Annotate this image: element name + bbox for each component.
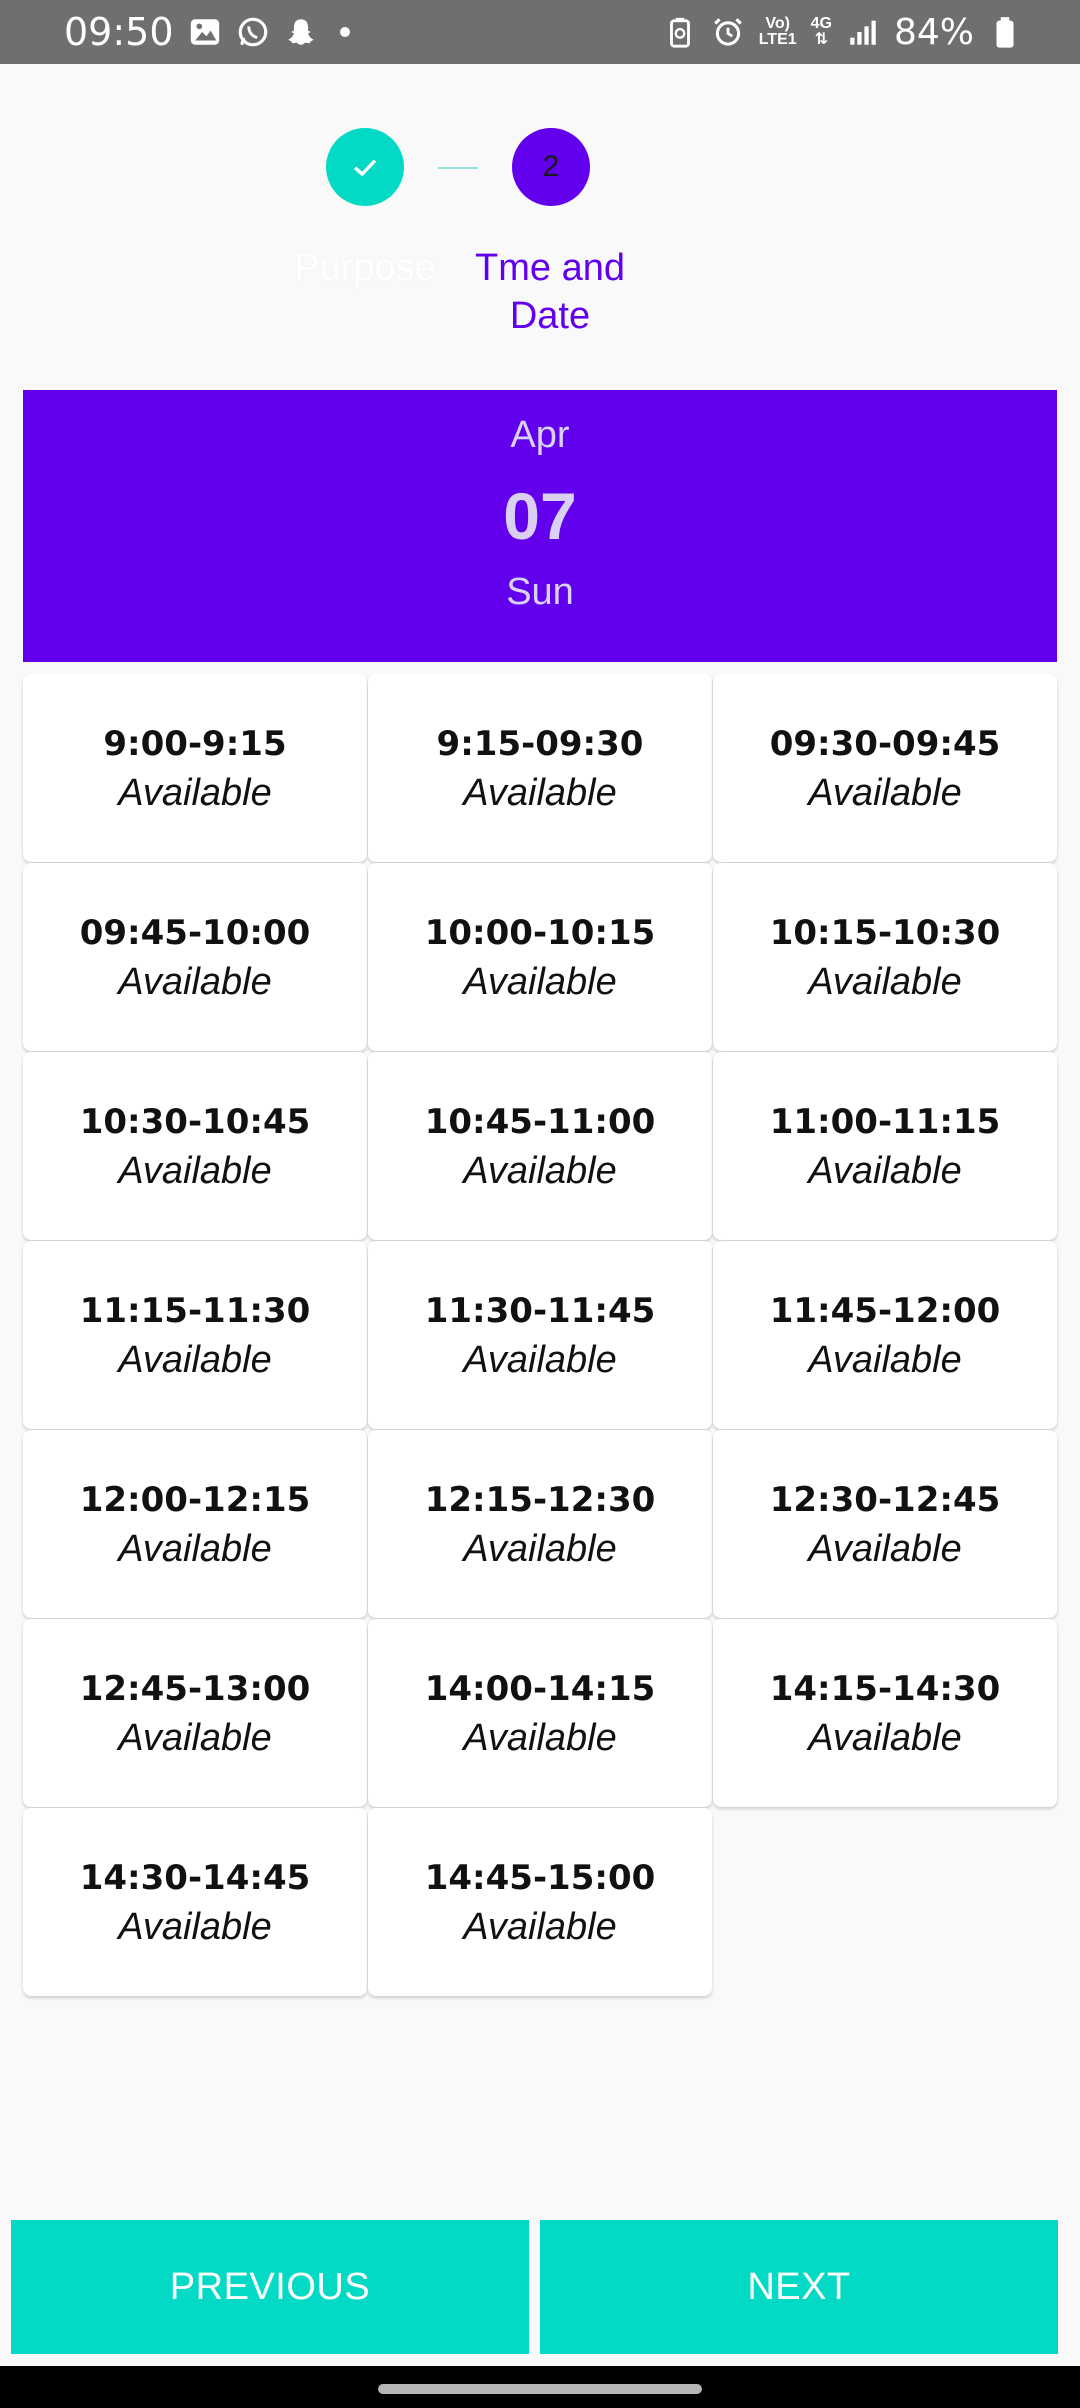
signal-icon bbox=[850, 20, 876, 45]
navigation-bar bbox=[0, 2366, 1080, 2408]
time-slot-card[interactable]: 11:45-12:00 Available bbox=[713, 1241, 1057, 1429]
slot-status: Available bbox=[118, 772, 272, 814]
lte-label: LTE1 bbox=[758, 31, 797, 48]
slot-time: 10:00-10:15 bbox=[424, 913, 656, 953]
time-slot-card[interactable]: 09:45-10:00 Available bbox=[23, 863, 367, 1051]
date-header: Apr 07 Sun bbox=[23, 390, 1057, 662]
slot-time: 10:30-10:45 bbox=[79, 1102, 311, 1142]
slot-status: Available bbox=[808, 1150, 962, 1192]
time-slot-card[interactable]: 10:15-10:30 Available bbox=[713, 863, 1057, 1051]
checkmark-icon bbox=[353, 159, 377, 177]
slot-time: 11:45-12:00 bbox=[769, 1291, 1001, 1331]
step-1-label: Purpose bbox=[294, 247, 436, 289]
time-slot-card[interactable]: 14:15-14:30 Available bbox=[713, 1619, 1057, 1807]
slot-status: Available bbox=[118, 1528, 272, 1570]
slot-status: Available bbox=[118, 1906, 272, 1948]
data-arrows-icon: ⇅ bbox=[814, 31, 829, 48]
slot-time: 10:15-10:30 bbox=[769, 913, 1001, 953]
slot-status: Available bbox=[463, 1906, 617, 1948]
time-slot-card[interactable]: 11:00-11:15 Available bbox=[713, 1052, 1057, 1240]
time-slot-card[interactable]: 9:15-09:30 Available bbox=[368, 674, 712, 862]
volte-label: Vo) bbox=[765, 15, 790, 32]
slot-time: 11:00-11:15 bbox=[769, 1102, 1001, 1142]
previous-button[interactable]: PREVIOUS bbox=[11, 2220, 529, 2354]
time-slot-card[interactable]: 14:00-14:15 Available bbox=[368, 1619, 712, 1807]
slot-status: Available bbox=[463, 1528, 617, 1570]
slot-status: Available bbox=[463, 1339, 617, 1381]
time-slot-card[interactable]: 12:45-13:00 Available bbox=[23, 1619, 367, 1807]
volte-indicator: Vo) LTE1 bbox=[759, 16, 797, 48]
slot-status: Available bbox=[808, 1717, 962, 1759]
step-2-label: Tme and Date bbox=[475, 247, 625, 337]
battery-percent: 84% bbox=[893, 11, 974, 53]
step-2-number: 2 bbox=[542, 150, 560, 183]
step-connector bbox=[438, 167, 478, 169]
date-weekday: Sun bbox=[506, 571, 574, 613]
slot-time: 12:15-12:30 bbox=[424, 1480, 656, 1520]
home-gesture-handle[interactable] bbox=[378, 2384, 702, 2394]
slot-status: Available bbox=[808, 772, 962, 814]
time-slot-card[interactable]: 11:15-11:30 Available bbox=[23, 1241, 367, 1429]
gallery-icon bbox=[190, 19, 219, 45]
time-slot-grid: 9:00-9:15 Available 9:15-09:30 Available 09:… bbox=[23, 674, 1057, 1996]
slot-time: 10:45-11:00 bbox=[424, 1102, 656, 1142]
network-type-label: 4G bbox=[810, 15, 832, 32]
stepper: 2 Purpose Tme and Date bbox=[0, 64, 1080, 390]
slot-status: Available bbox=[808, 1528, 962, 1570]
slot-status: Available bbox=[463, 1717, 617, 1759]
slot-status: Available bbox=[463, 961, 617, 1003]
network-type-indicator: 4G ⇅ bbox=[811, 16, 832, 48]
slot-status: Available bbox=[808, 1339, 962, 1381]
slot-status: Available bbox=[463, 772, 617, 814]
step-1-completed bbox=[326, 128, 404, 206]
time-slot-card[interactable]: 12:30-12:45 Available bbox=[713, 1430, 1057, 1618]
date-month: Apr bbox=[510, 414, 570, 456]
slot-time: 09:45-10:00 bbox=[79, 913, 311, 953]
alarm-icon bbox=[713, 18, 742, 46]
slot-time: 11:30-11:45 bbox=[424, 1291, 656, 1331]
slot-status: Available bbox=[118, 1150, 272, 1192]
slot-status: Available bbox=[118, 1339, 272, 1381]
time-slot-card[interactable]: 12:00-12:15 Available bbox=[23, 1430, 367, 1618]
time-slot-card[interactable]: 11:30-11:45 Available bbox=[368, 1241, 712, 1429]
slot-time: 9:15-09:30 bbox=[436, 724, 644, 764]
slot-time: 9:00-9:15 bbox=[103, 724, 287, 764]
status-bar: 09:50 Vo) LTE1 4G ⇅ 84% bbox=[0, 0, 1080, 64]
slot-status: Available bbox=[118, 1717, 272, 1759]
slot-time: 14:00-14:15 bbox=[424, 1669, 656, 1709]
time-slot-card[interactable]: 10:30-10:45 Available bbox=[23, 1052, 367, 1240]
slot-time: 12:00-12:15 bbox=[79, 1480, 311, 1520]
slot-time: 12:45-13:00 bbox=[79, 1669, 311, 1709]
time-slot-card[interactable]: 9:00-9:15 Available bbox=[23, 674, 367, 862]
slot-time: 14:30-14:45 bbox=[79, 1858, 311, 1898]
time-slot-card[interactable]: 14:45-15:00 Available bbox=[368, 1808, 712, 1996]
step-2-active: 2 bbox=[512, 128, 590, 206]
slot-status: Available bbox=[808, 961, 962, 1003]
next-button[interactable]: NEXT bbox=[540, 2220, 1058, 2354]
battery-icon bbox=[996, 17, 1014, 48]
slot-time: 11:15-11:30 bbox=[79, 1291, 311, 1331]
time-slot-card[interactable]: 14:30-14:45 Available bbox=[23, 1808, 367, 1996]
time-slot-card[interactable]: 09:30-09:45 Available bbox=[713, 674, 1057, 862]
time-slot-card[interactable]: 10:00-10:15 Available bbox=[368, 863, 712, 1051]
snapchat-icon bbox=[287, 19, 314, 45]
slot-time: 14:15-14:30 bbox=[769, 1669, 1001, 1709]
time-slot-card[interactable]: 10:45-11:00 Available bbox=[368, 1052, 712, 1240]
status-time: 09:50 bbox=[64, 10, 174, 54]
notification-dot-icon bbox=[339, 27, 350, 37]
battery-saver-icon bbox=[669, 17, 690, 48]
date-day: 07 bbox=[503, 479, 577, 553]
time-slot-card[interactable]: 12:15-12:30 Available bbox=[368, 1430, 712, 1618]
slot-status: Available bbox=[463, 1150, 617, 1192]
slot-time: 09:30-09:45 bbox=[769, 724, 1001, 764]
slot-status: Available bbox=[118, 961, 272, 1003]
slot-time: 14:45-15:00 bbox=[424, 1858, 656, 1898]
whatsapp-icon bbox=[238, 17, 267, 47]
slot-time: 12:30-12:45 bbox=[769, 1480, 1001, 1520]
